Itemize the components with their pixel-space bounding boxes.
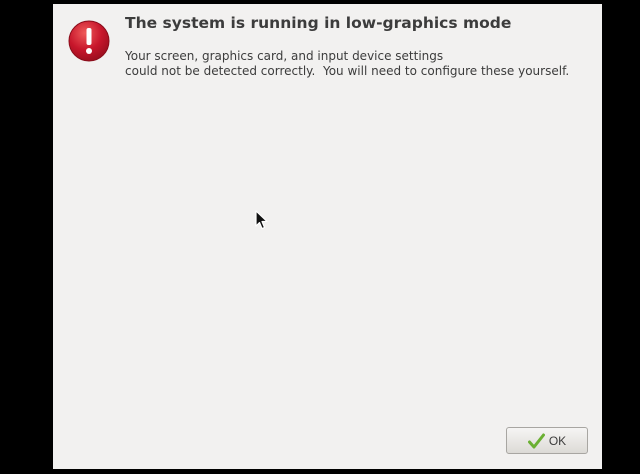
dialog-message: Your screen, graphics card, and input de… (125, 49, 570, 78)
dialog-title: The system is running in low-graphics mo… (125, 14, 512, 32)
ok-button[interactable]: OK (506, 427, 588, 454)
low-graphics-dialog: The system is running in low-graphics mo… (53, 4, 602, 469)
error-icon (68, 20, 110, 62)
checkmark-icon (527, 433, 545, 449)
ok-button-label: OK (548, 433, 567, 448)
mouse-cursor-icon (255, 210, 269, 230)
